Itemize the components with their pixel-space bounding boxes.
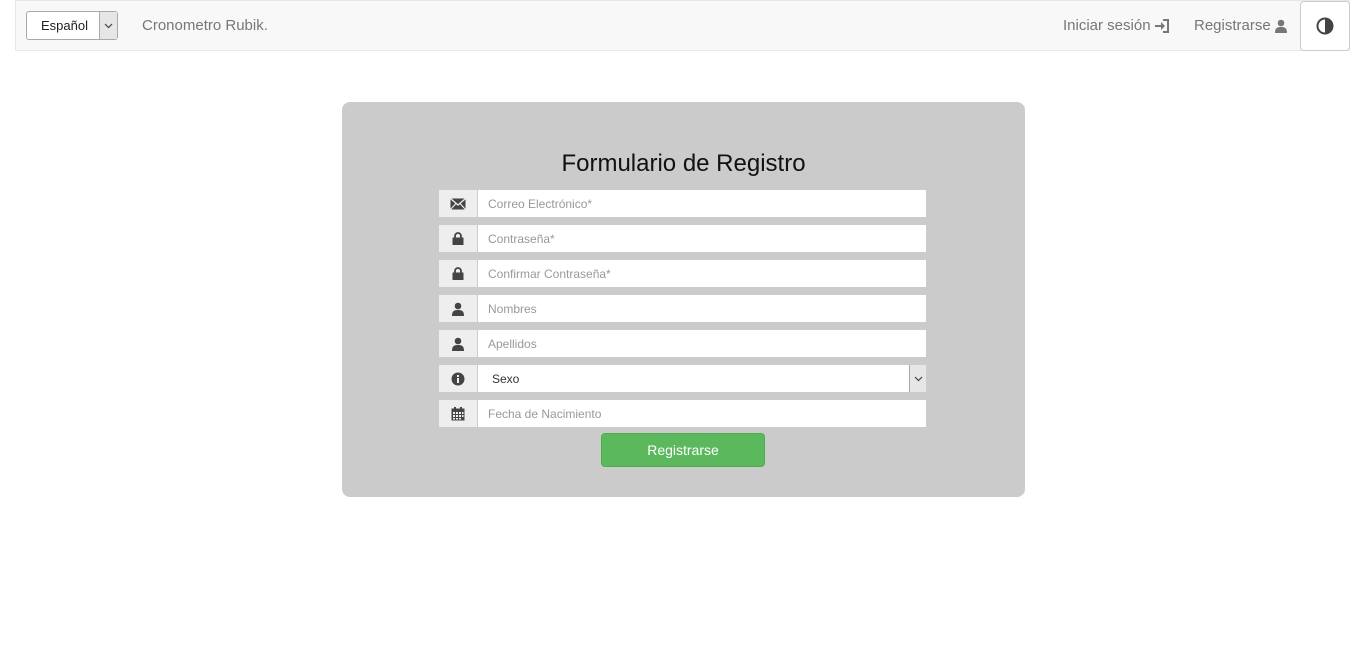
user-icon (1274, 19, 1287, 33)
register-submit-button[interactable]: Registrarse (601, 433, 765, 467)
top-navbar: Español Cronometro Rubik. Iniciar sesión… (15, 0, 1350, 51)
login-label: Iniciar sesión (1063, 17, 1151, 34)
last-name-row (438, 329, 927, 358)
confirm-password-field[interactable] (477, 259, 927, 288)
language-select[interactable]: Español (26, 11, 118, 40)
info-icon (438, 364, 477, 393)
log-in-icon (1154, 18, 1169, 33)
contrast-icon (1316, 17, 1334, 35)
envelope-icon (438, 189, 477, 218)
login-link[interactable]: Iniciar sesión (1063, 17, 1170, 34)
sex-row: Sexo (438, 364, 927, 393)
first-name-field[interactable] (477, 294, 927, 323)
form-title: Formulario de Registro (561, 150, 806, 177)
sex-select-value: Sexo (492, 372, 520, 386)
birth-date-field[interactable] (477, 399, 927, 428)
confirm-password-row (438, 259, 927, 288)
lock-icon (438, 224, 477, 253)
first-name-row (438, 294, 927, 323)
brand-link[interactable]: Cronometro Rubik. (142, 17, 268, 34)
last-name-field[interactable] (477, 329, 927, 358)
email-field[interactable] (477, 189, 927, 218)
register-link[interactable]: Registrarse (1194, 17, 1288, 34)
password-row (438, 224, 927, 253)
chevron-down-icon (909, 365, 926, 392)
lock-icon (438, 259, 477, 288)
register-label: Registrarse (1194, 17, 1271, 34)
calendar-icon (438, 399, 477, 428)
password-field[interactable] (477, 224, 927, 253)
email-row (438, 189, 927, 218)
user-icon (438, 294, 477, 323)
birth-date-row (438, 399, 927, 428)
contrast-toggle-button[interactable] (1300, 1, 1350, 51)
chevron-down-icon (99, 12, 117, 39)
user-icon (438, 329, 477, 358)
language-select-value: Español (41, 18, 88, 33)
registration-panel: Formulario de Registro Correo Electrónic… (342, 102, 1025, 497)
sex-select[interactable]: Sexo (477, 364, 927, 393)
